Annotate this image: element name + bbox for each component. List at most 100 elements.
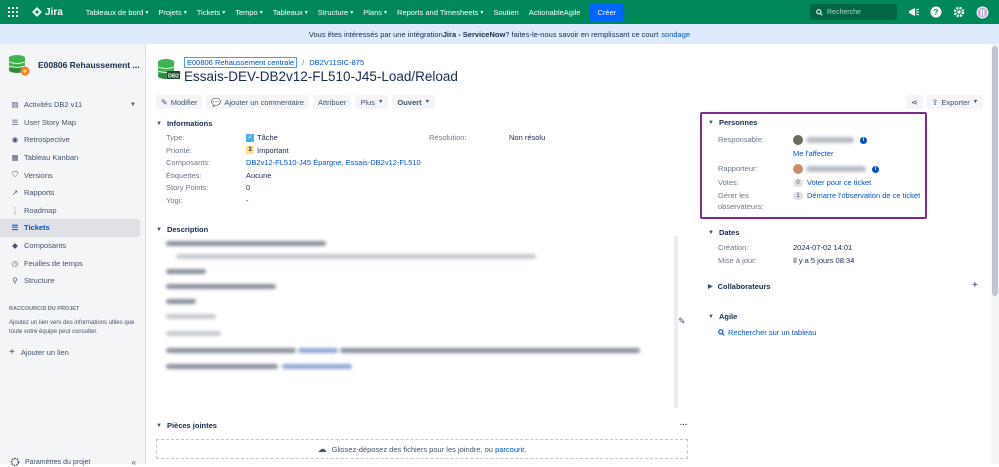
- vote-link[interactable]: Voter pour ce ticket: [807, 178, 871, 187]
- cloud-upload-icon: ☁: [317, 443, 327, 454]
- assignee-label: Responsable:: [718, 135, 764, 144]
- top-menu-item-4[interactable]: Tableaux ▾: [268, 8, 313, 17]
- top-menu-item-6[interactable]: Plans ▾: [358, 8, 392, 17]
- settings-gear-icon: [10, 457, 20, 467]
- attachments-section-header[interactable]: ▼ Pièces jointes: [156, 421, 217, 430]
- info-field-0: Type: ✓ Tâche: [166, 133, 278, 142]
- top-menu-item-2[interactable]: Tickets ▾: [192, 8, 231, 17]
- attachments-dropzone[interactable]: ☁ Glissez-déposez des fichiers pour les …: [156, 439, 688, 459]
- timesheets-icon: ◷: [11, 258, 19, 268]
- chevron-down-icon: ▼: [377, 99, 384, 105]
- sidebar-item-6[interactable]: ⋮ Roadmap: [0, 202, 146, 220]
- informations-section-header[interactable]: ▼ Informations: [156, 119, 212, 128]
- search-icon: [718, 329, 725, 336]
- info-field-label: Étiquettes:: [166, 170, 202, 180]
- chevron-down-icon: ▾: [183, 9, 187, 16]
- share-icon: ⋖: [911, 97, 918, 107]
- top-menu-item-5[interactable]: Structure ▾: [313, 8, 358, 17]
- sidebar-item-9[interactable]: ◷ Feuilles de temps: [0, 254, 146, 272]
- top-menu-item-7[interactable]: Reports and Timesheets ▾: [392, 8, 488, 17]
- settings-gear-icon[interactable]: [952, 5, 966, 19]
- project-header[interactable]: E00806 Rehaussement ...: [8, 54, 140, 76]
- edit-button[interactable]: ✎ Modifier: [156, 95, 203, 109]
- create-button[interactable]: Créer: [589, 3, 625, 21]
- sidebar-item-10[interactable]: ⚲ Structure: [0, 272, 146, 290]
- banner-text-suffix: ? faites-le-nous savoir en remplissant c…: [505, 29, 659, 39]
- app-switcher-icon[interactable]: [8, 7, 18, 17]
- help-icon[interactable]: ?: [929, 5, 943, 19]
- search-placeholder: Recherche: [827, 8, 861, 16]
- sidebar-item-label: Retrospective: [24, 135, 70, 145]
- collapse-icon: ▼: [708, 119, 714, 126]
- sidebar-item-5[interactable]: ↗ Rapports: [0, 184, 146, 202]
- collapse-sidebar-icon[interactable]: «: [132, 458, 136, 467]
- issue-title[interactable]: Essais-DEV-DB2v12-FL510-J45-Load/Reload: [184, 69, 458, 84]
- add-link-button[interactable]: + Ajouter un lien: [9, 347, 139, 358]
- more-dropdown[interactable]: Plus ▼: [355, 95, 389, 109]
- top-menu-item-9[interactable]: ActionableAgile: [524, 8, 586, 17]
- dates-section-header[interactable]: ▼ Dates: [708, 228, 739, 237]
- browse-link[interactable]: parcourir.: [495, 445, 526, 454]
- agile-section-header[interactable]: ▼ Agile: [708, 312, 737, 321]
- sidebar-item-3[interactable]: ▦ Tableau Kanban: [0, 149, 146, 167]
- roadmap-icon: ⋮: [11, 205, 19, 215]
- reporter-value[interactable]: i: [793, 164, 879, 174]
- info-field-value: DB2v12-FL510-J45 Épargne, Essais-DB2v12-…: [246, 158, 421, 167]
- plus-icon: +: [9, 347, 15, 358]
- sidebar-item-7[interactable]: ☰ Tickets: [0, 219, 140, 237]
- search-board-link[interactable]: Rechercher sur un tableau: [728, 328, 816, 337]
- search-input[interactable]: Recherche: [810, 4, 897, 20]
- megaphone-icon[interactable]: [907, 5, 921, 19]
- description-content-redacted[interactable]: [156, 236, 686, 408]
- collaborateurs-section-header[interactable]: ▶ Collaborateurs: [708, 282, 771, 291]
- issue-toolbar: ✎ Modifier 💬 Ajouter un commentaire Attrib…: [156, 95, 439, 109]
- info-field-value: ✓ Tâche: [246, 133, 278, 142]
- add-comment-button[interactable]: 💬 Ajouter un commentaire: [206, 95, 309, 109]
- banner-survey-link[interactable]: sondage: [661, 30, 690, 39]
- breadcrumb-issue-key[interactable]: DB2V11SIC-875: [309, 58, 364, 67]
- sidebar-item-2[interactable]: ◉ Retrospective: [0, 131, 146, 149]
- sidebar-item-8[interactable]: ◆ Composants: [0, 237, 146, 255]
- sidebar-item-0[interactable]: ▤ Activités DB2 v11 ▼: [0, 96, 146, 114]
- top-menu-item-0[interactable]: Tableaux de bord ▾: [81, 8, 154, 17]
- chevron-down-icon: ▾: [259, 9, 263, 16]
- top-menu-item-1[interactable]: Projets ▾: [153, 8, 191, 17]
- jira-logo[interactable]: Jira: [32, 7, 63, 18]
- info-field-value-text[interactable]: DB2v12-FL510-J45 Épargne, Essais-DB2v12-…: [246, 158, 421, 167]
- top-menu-item-3[interactable]: Tempo ▾: [230, 8, 268, 17]
- share-button[interactable]: ⋖: [906, 95, 923, 109]
- chevron-down-icon[interactable]: ▼: [130, 102, 136, 108]
- user-avatar-icon[interactable]: [975, 5, 989, 19]
- top-menu-label: Structure: [317, 7, 349, 17]
- breadcrumb-project[interactable]: E00806 Rehaussement centrale: [184, 57, 298, 68]
- reporter-label: Rapporteur:: [718, 164, 758, 173]
- votes-count: 0: [793, 178, 803, 187]
- add-link-label: Ajouter un lien: [20, 348, 69, 357]
- scrollbar-thumb[interactable]: [992, 46, 998, 296]
- edit-description-pencil-icon[interactable]: ✎: [678, 316, 686, 327]
- project-settings-link[interactable]: Paramètres du projet «: [10, 457, 136, 467]
- assign-button[interactable]: Attribuer: [312, 95, 352, 109]
- chevron-down-icon: ▾: [145, 9, 149, 16]
- add-comment-label: Ajouter un commentaire: [224, 97, 304, 107]
- add-collaborator-plus-icon[interactable]: +: [972, 280, 978, 291]
- collapse-icon: ▼: [708, 229, 714, 236]
- description-section-header[interactable]: ▼ Description: [156, 225, 208, 234]
- sidebar-item-1[interactable]: ☰ User Story Map: [0, 114, 146, 132]
- info-icon[interactable]: i: [872, 165, 879, 173]
- collapse-icon: ▼: [156, 226, 162, 233]
- personnes-section-header[interactable]: ▼ Personnes: [708, 118, 757, 127]
- story-map-icon: ☰: [11, 117, 19, 127]
- reporter-name-redacted: [806, 166, 866, 172]
- assignee-value[interactable]: i: [793, 135, 867, 145]
- export-dropdown[interactable]: ⇪ Exporter ▼: [926, 95, 984, 109]
- watchers-field: Gérer les observateurs:: [718, 191, 763, 211]
- attachments-more-icon[interactable]: ···: [680, 420, 688, 429]
- assign-to-me-link[interactable]: Me l'affecter: [793, 149, 833, 158]
- status-dropdown[interactable]: Ouvert ▼: [392, 95, 436, 109]
- page-scrollbar[interactable]: [991, 44, 999, 464]
- info-icon[interactable]: i: [860, 136, 867, 144]
- sidebar-item-4[interactable]: ⛉ Versions: [0, 166, 146, 184]
- start-watching-link[interactable]: Démarre l'observation de ce ticket: [807, 191, 920, 200]
- top-menu-item-8[interactable]: Soutien: [488, 8, 523, 17]
